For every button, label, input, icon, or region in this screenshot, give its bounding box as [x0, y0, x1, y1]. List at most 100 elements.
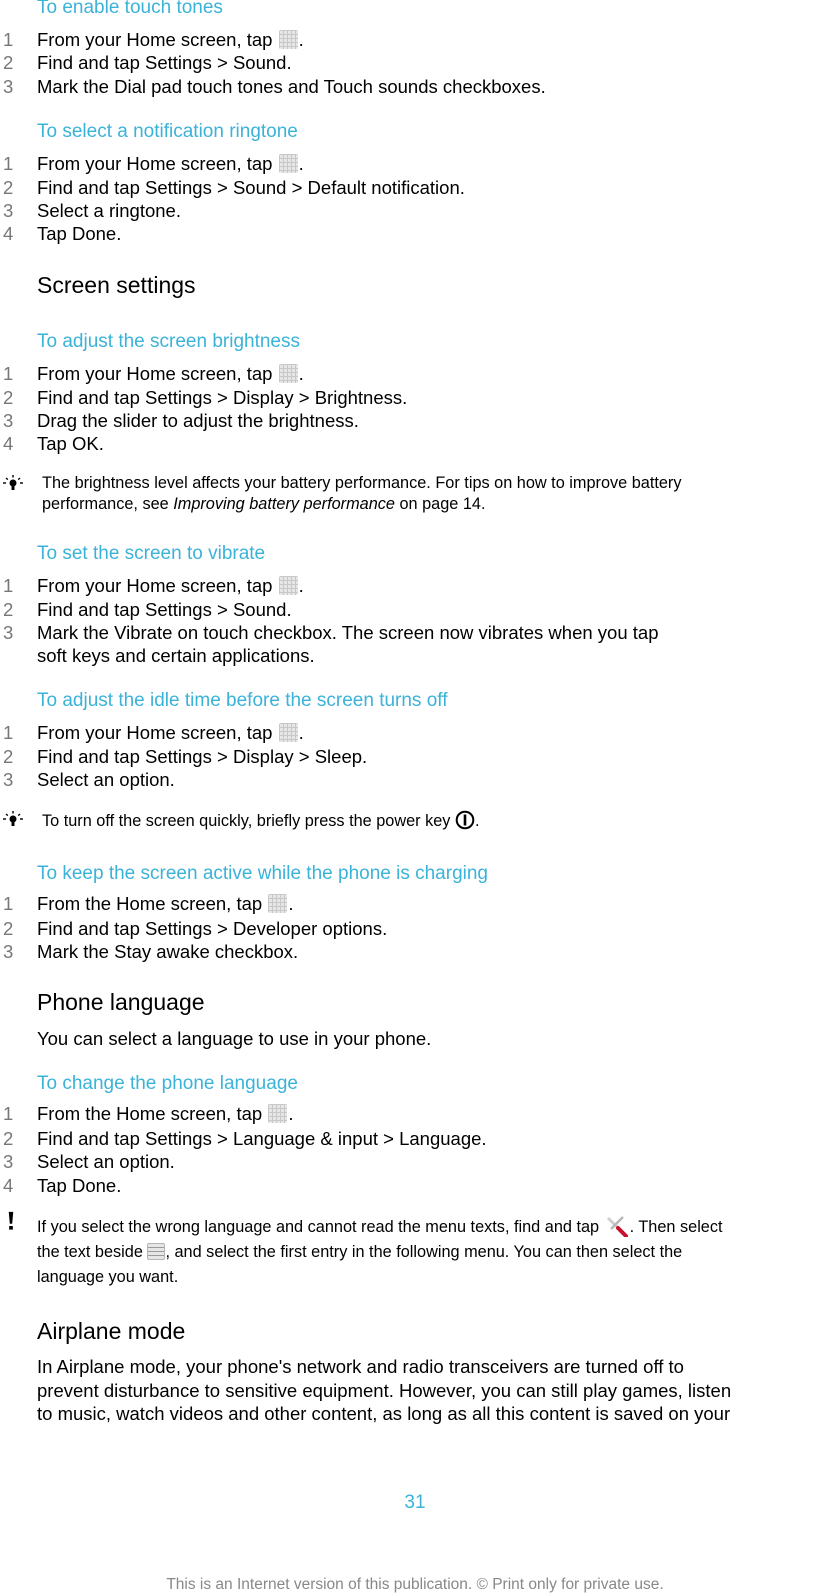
step-text: From your Home screen, tap: [37, 575, 278, 596]
warning-line: language you want.: [37, 1268, 179, 1286]
section-heading-screen-settings: Screen settings: [37, 272, 196, 298]
ui-term: Settings: [145, 52, 212, 73]
apps-grid-icon: [278, 576, 298, 595]
step-text: .: [286, 599, 292, 620]
step-number: 3: [3, 941, 14, 962]
step-text: Find and tap: [37, 52, 145, 73]
step-text: Find and tap: [37, 599, 145, 620]
step-number: 1: [3, 153, 14, 174]
step-number: 1: [3, 893, 14, 914]
step-text: >: [211, 746, 233, 767]
step-number: 3: [3, 200, 14, 221]
ui-term: Settings: [145, 1128, 212, 1149]
procedure-title-change-language: To change the phone language: [37, 1073, 298, 1094]
cross-reference-link[interactable]: Improving battery performance: [173, 495, 395, 513]
step-text: >: [211, 52, 233, 73]
warning-text: If you select the wrong language and can…: [37, 1215, 723, 1290]
ui-term: Dial pad touch tones: [114, 76, 283, 97]
step-text: From the Home screen, tap: [37, 1103, 268, 1124]
step-text: .: [298, 722, 304, 743]
step-text: From your Home screen, tap: [37, 363, 278, 384]
keyboard-icon: [147, 1243, 166, 1260]
step-text: Find and tap: [37, 1128, 145, 1149]
warning-line: If you select the wrong language and can…: [37, 1215, 723, 1240]
apps-grid-icon: [278, 154, 298, 173]
step-text: .: [286, 52, 292, 73]
step-number: 3: [3, 769, 14, 790]
procedure-title-brightness: To adjust the screen brightness: [37, 331, 300, 352]
ui-term: Settings: [145, 387, 212, 408]
step-text: checkboxes.: [437, 76, 546, 97]
step-text: >: [211, 387, 233, 408]
step-text: >: [211, 918, 233, 939]
lightbulb-icon: [3, 475, 23, 490]
section-heading-phone-language: Phone language: [37, 989, 205, 1015]
step-text: .: [288, 1103, 294, 1124]
settings-tools-icon: [606, 1216, 628, 1237]
step-text: Select a ringtone.: [37, 200, 181, 221]
ui-term: Display: [232, 746, 294, 767]
page-number: 31: [404, 1492, 426, 1513]
tip-text-part: To turn off the screen quickly, briefly …: [42, 812, 455, 830]
paragraph-line: In Airplane mode, your phone's network a…: [37, 1356, 684, 1377]
step-text: .: [116, 223, 122, 244]
step-number: 2: [3, 52, 14, 73]
step-text: .: [116, 1175, 122, 1196]
ui-term: Sound: [232, 599, 287, 620]
tip-line: The brightness level affects your batter…: [42, 474, 682, 492]
step-text: From your Home screen, tap: [37, 153, 278, 174]
step-text: Find and tap: [37, 177, 145, 198]
ui-term: Touch sounds: [323, 76, 438, 97]
procedure-title-touch-tones: To enable touch tones: [37, 0, 223, 18]
ui-term: Language & input: [232, 1128, 378, 1149]
procedure-title-stay-awake: To keep the screen active while the phon…: [37, 863, 488, 884]
warning-text-part: , and select the first entry in the foll…: [165, 1243, 683, 1261]
step-text: From the Home screen, tap: [37, 893, 268, 914]
step-number: 3: [3, 622, 14, 643]
tip-text: The brightness level affects your batter…: [42, 473, 682, 515]
procedure-title-vibrate: To set the screen to vibrate: [37, 543, 266, 564]
step-text: .: [459, 177, 465, 198]
step-text: >: [378, 1128, 400, 1149]
step-number: 1: [3, 363, 14, 384]
step-text: checkbox.: [209, 941, 299, 962]
apps-grid-icon: [278, 723, 298, 742]
step-text: Select an option.: [37, 1151, 175, 1172]
step-text: From your Home screen, tap: [37, 722, 278, 743]
step-text: and: [282, 76, 324, 97]
step-number: 4: [3, 223, 14, 244]
paragraph-line: to music, watch videos and other content…: [37, 1403, 731, 1424]
step-text: .: [298, 153, 304, 174]
step-text: >: [211, 177, 233, 198]
step-text: Mark the: [37, 622, 115, 643]
step-text: Select an option.: [37, 769, 175, 790]
warning-line: the text beside , and select the first e…: [37, 1240, 723, 1265]
ui-term: Language: [399, 1128, 482, 1149]
step-number: 3: [3, 410, 14, 431]
step-text: >: [211, 1128, 233, 1149]
step-text: .: [362, 746, 368, 767]
paragraph-line: prevent disturbance to sensitive equipme…: [37, 1379, 732, 1401]
step-number: 1: [3, 1103, 14, 1124]
ui-term: Brightness: [314, 387, 403, 408]
step-text: checkbox. The screen now vibrates when y…: [248, 622, 659, 643]
step-text: .: [98, 433, 104, 454]
step-text: Tap: [37, 223, 72, 244]
apps-grid-icon: [278, 30, 298, 49]
step-text: Find and tap: [37, 918, 145, 939]
step-number: 3: [3, 76, 14, 97]
tip-line: performance, see Improving battery perfo…: [42, 494, 682, 515]
lightbulb-icon: [3, 811, 23, 826]
step-text: .: [298, 575, 304, 596]
tip-text-part: performance, see: [42, 495, 174, 513]
intro-text: You can select a language to use in your…: [37, 1028, 432, 1049]
step-number: 1: [3, 722, 14, 743]
footer-notice: This is an Internet version of this publ…: [166, 1576, 664, 1593]
ui-term: Sound: [232, 52, 287, 73]
step-number: 2: [3, 918, 14, 939]
tip-text: To turn off the screen quickly, briefly …: [42, 810, 479, 832]
apps-grid-icon: [268, 1104, 288, 1123]
step-number: 2: [3, 177, 14, 198]
step-text: >: [286, 177, 308, 198]
step-number: 4: [3, 433, 14, 454]
